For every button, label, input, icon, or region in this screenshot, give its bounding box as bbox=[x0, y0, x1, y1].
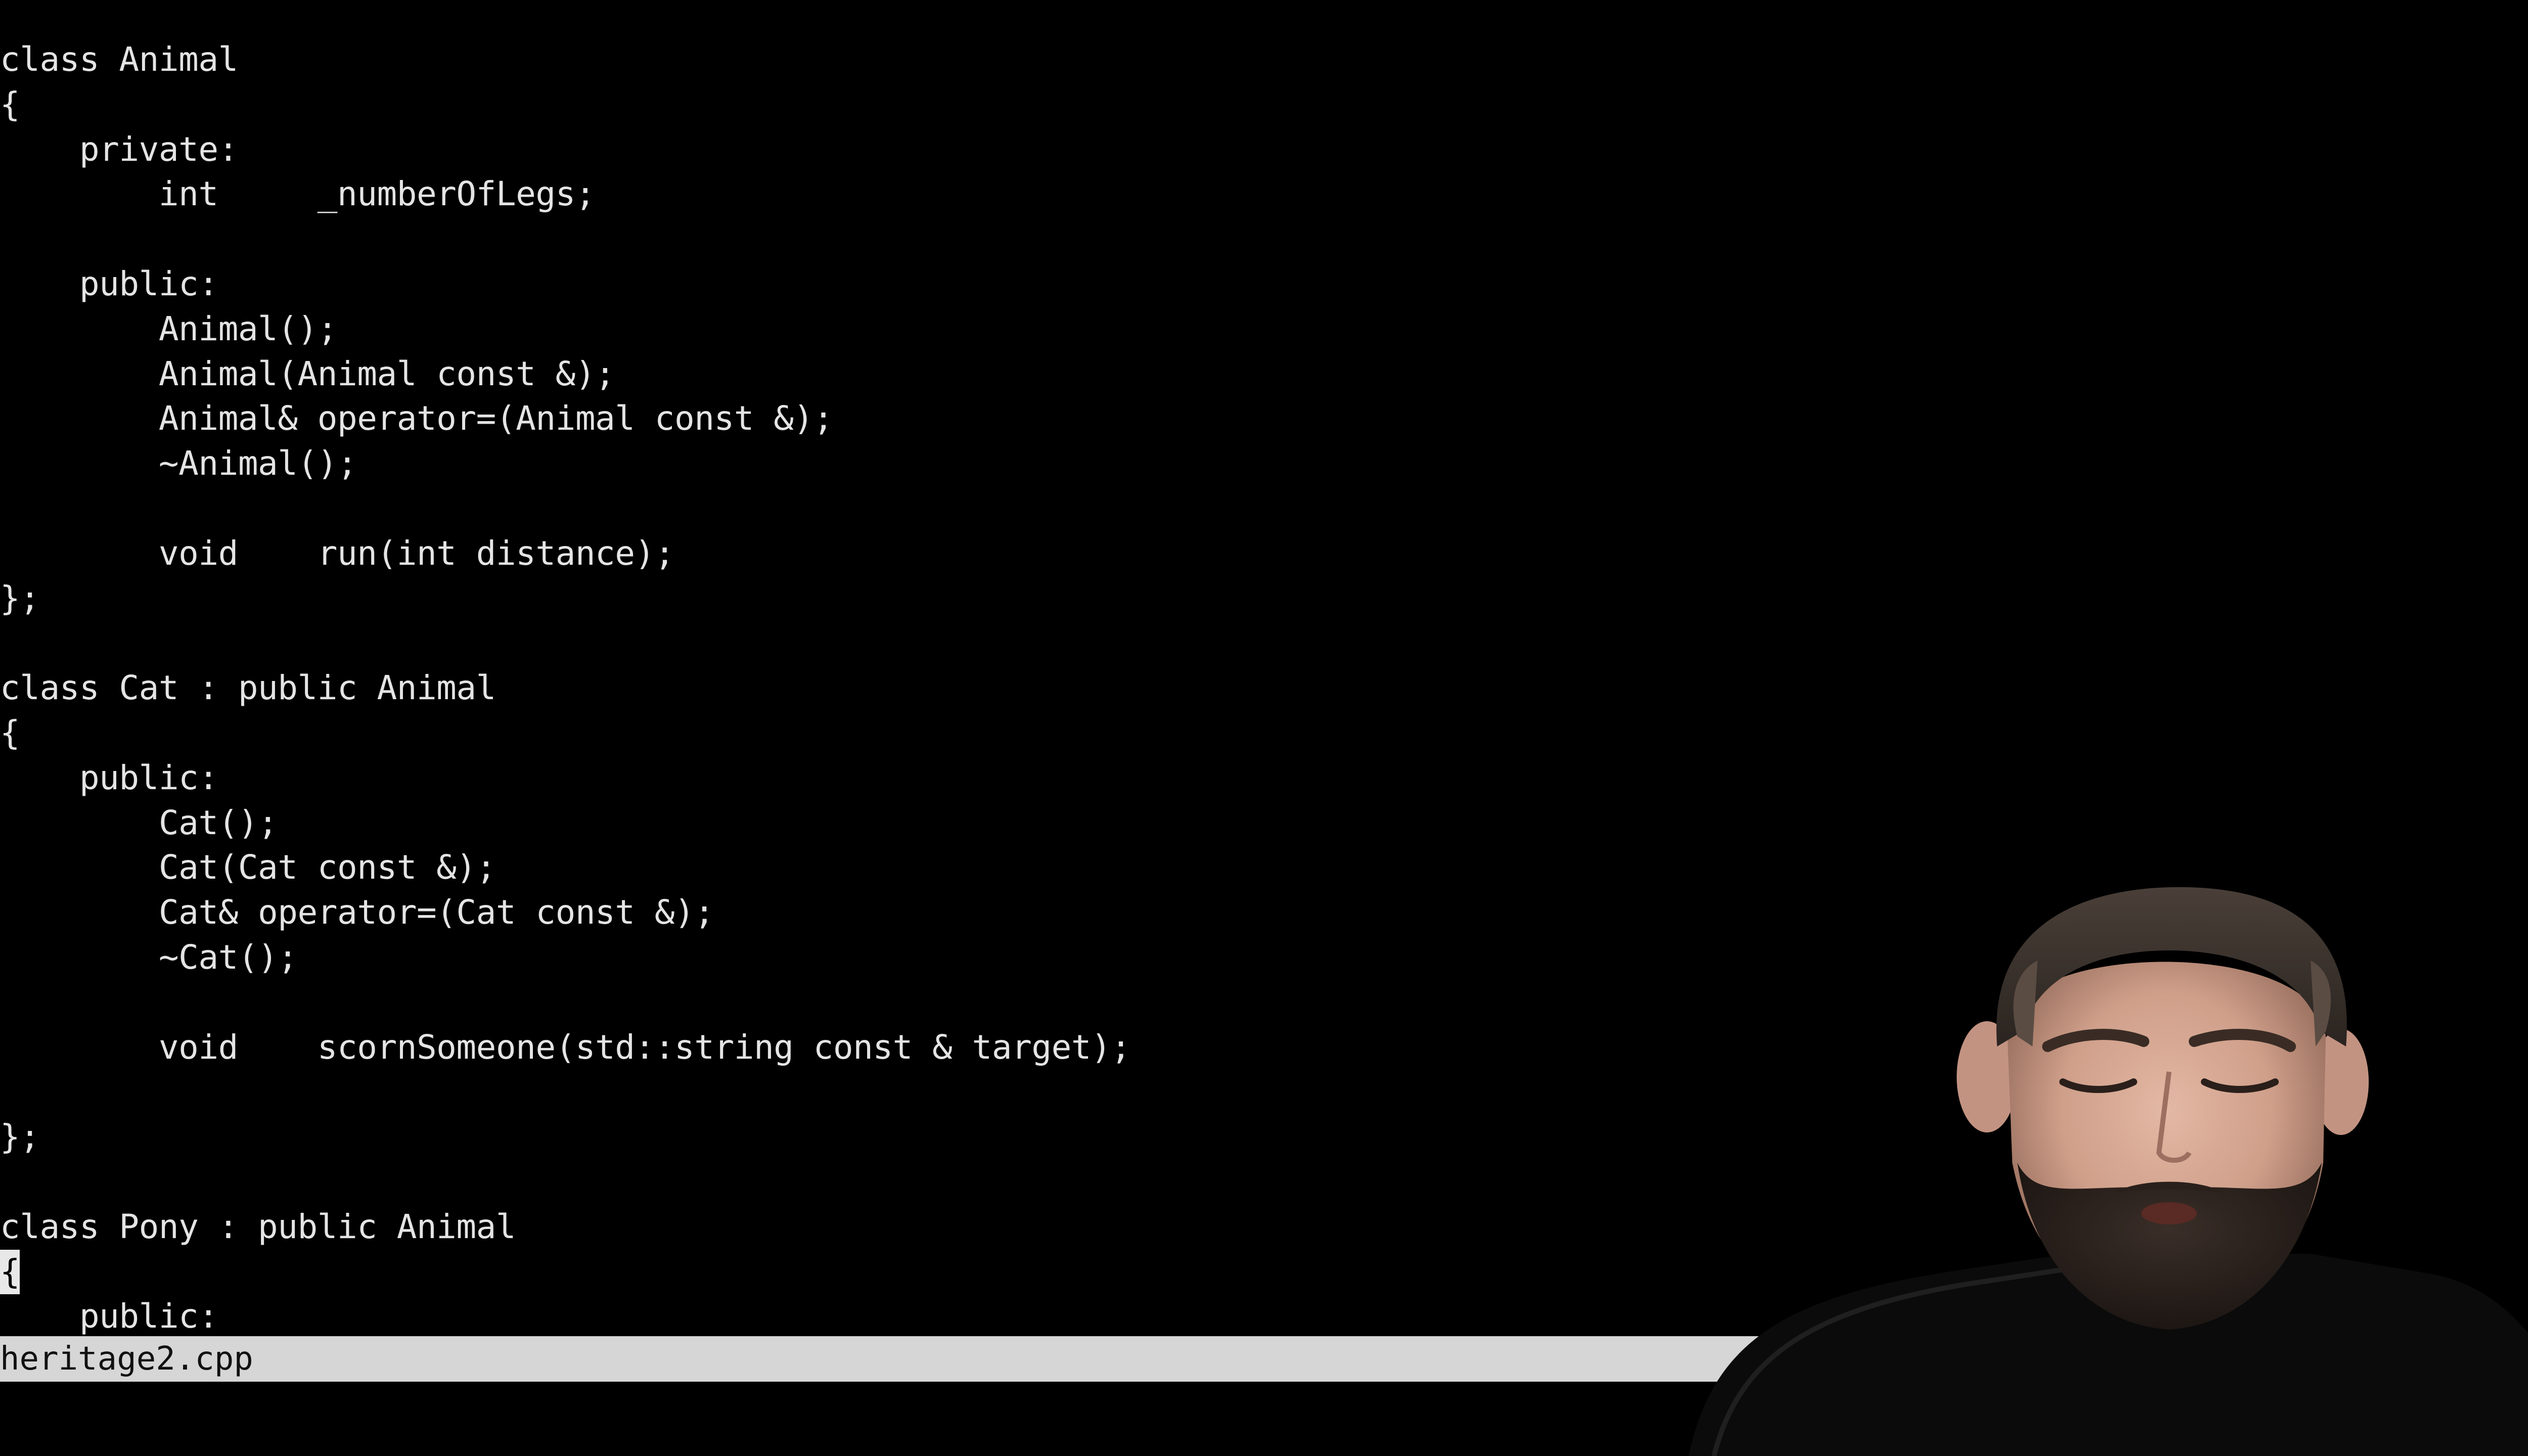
code-editor[interactable]: class Animal { private: int _numberOfLeg… bbox=[0, 37, 1131, 1339]
code-line: Cat(); bbox=[0, 803, 278, 842]
code-line: ~Animal(); bbox=[0, 444, 357, 483]
code-line: Animal(); bbox=[0, 309, 338, 348]
code-line: }; bbox=[0, 1117, 40, 1157]
text-cursor: { bbox=[0, 1249, 20, 1295]
code-line: Animal(Animal const &); bbox=[0, 354, 615, 393]
code-line: Cat& operator=(Cat const &); bbox=[0, 893, 714, 932]
code-line: public: bbox=[0, 758, 218, 797]
code-line: void run(int distance); bbox=[0, 533, 675, 573]
status-filename: heritage2.cpp bbox=[0, 1340, 253, 1378]
code-line: Animal& operator=(Animal const &); bbox=[0, 399, 834, 438]
code-line: void scornSomeone(std::string const & ta… bbox=[0, 1027, 1131, 1067]
code-line: { bbox=[0, 713, 20, 752]
presenter-webcam-overlay bbox=[1689, 887, 2528, 1456]
code-line: class Cat : public Animal bbox=[0, 668, 496, 708]
code-line: class Pony : public Animal bbox=[0, 1207, 516, 1246]
code-line: int _numberOfLegs; bbox=[0, 174, 596, 214]
code-line: private: bbox=[0, 129, 238, 169]
code-line: public: bbox=[0, 264, 218, 303]
code-line: ~Cat(); bbox=[0, 937, 298, 977]
code-line: public: bbox=[0, 1297, 218, 1336]
terminal-screen: class Animal { private: int _numberOfLeg… bbox=[0, 0, 2528, 1456]
code-line: class Animal bbox=[0, 40, 238, 79]
code-line: { bbox=[0, 84, 20, 124]
code-line-with-cursor: { bbox=[0, 1249, 1131, 1295]
code-line: Cat(Cat const &); bbox=[0, 848, 496, 887]
code-line: }; bbox=[0, 578, 40, 618]
